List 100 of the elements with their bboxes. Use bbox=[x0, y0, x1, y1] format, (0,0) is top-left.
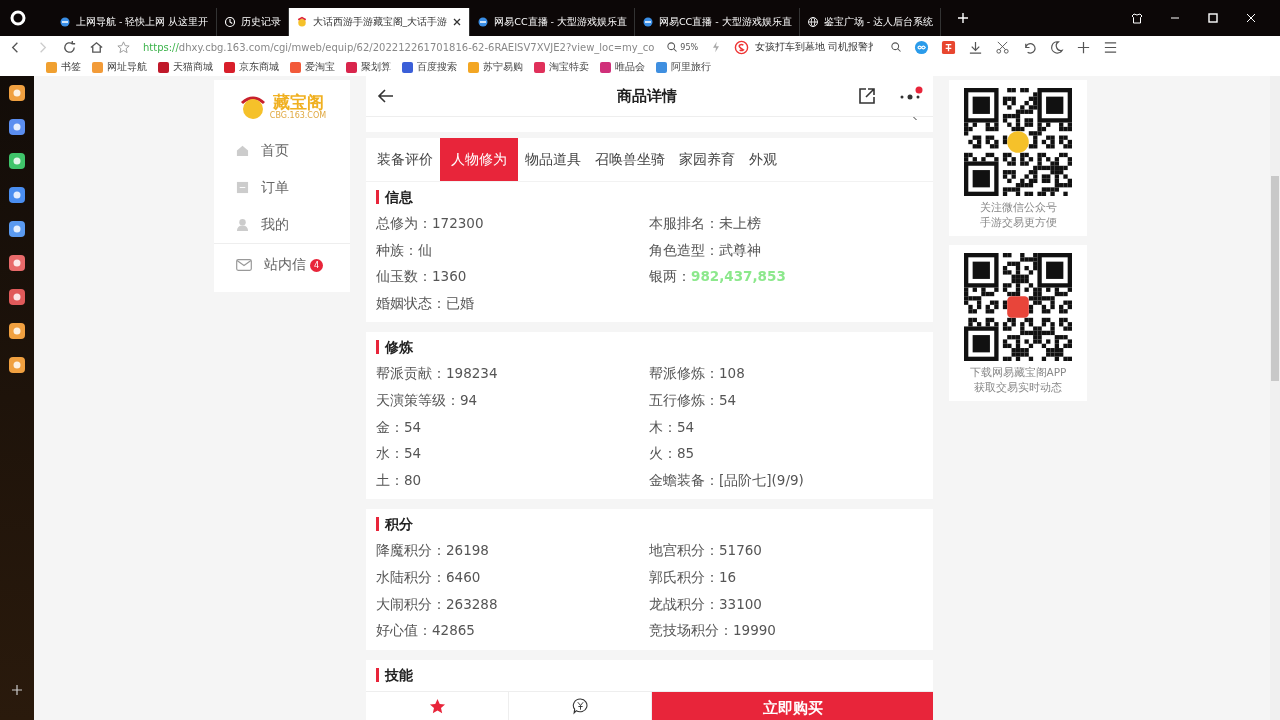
address-field[interactable]: https://dhxy.cbg.163.com/cgi/mweb/equip/62/202212261701816-62-6RAEISV7XVJE2?view_loc=my_co bbox=[143, 41, 655, 53]
reload-icon[interactable] bbox=[62, 39, 77, 55]
field-row-text: 仙玉数：1360 bbox=[376, 267, 468, 287]
bookmark-link[interactable]: 阿里旅行 bbox=[656, 61, 711, 73]
shirt-icon[interactable] bbox=[1131, 12, 1143, 24]
app-shortcut-icon[interactable] bbox=[9, 221, 25, 237]
field-row-text: 天演策等级：94 bbox=[376, 390, 479, 410]
globe-icon bbox=[806, 16, 819, 28]
app-shortcut-icon[interactable] bbox=[9, 153, 25, 169]
browser-e-icon bbox=[59, 16, 71, 28]
field-row-text: 五行修炼：54 bbox=[649, 390, 738, 410]
section-title: 技能 bbox=[376, 667, 923, 682]
menu-icon[interactable] bbox=[1103, 39, 1119, 55]
field-row-text: 帮派贡献：198234 bbox=[376, 364, 499, 384]
messages-link[interactable]: 站内信 4 bbox=[214, 243, 350, 286]
translate-icon[interactable] bbox=[941, 39, 957, 55]
house-icon bbox=[236, 144, 249, 157]
field-row-text: 龙战积分：33100 bbox=[649, 594, 763, 614]
document-icon bbox=[236, 181, 249, 194]
search-icon[interactable] bbox=[890, 41, 903, 53]
category-tab[interactable]: 物品道具 bbox=[518, 138, 588, 181]
nav-item[interactable]: 首页 bbox=[214, 132, 350, 169]
browser-tab[interactable]: 大话西游手游藏宝阁_大话手游 bbox=[288, 8, 471, 36]
close-icon[interactable] bbox=[452, 17, 463, 27]
browser-logo-icon[interactable] bbox=[10, 10, 26, 26]
field-row-text: 好心值：42865 bbox=[376, 621, 476, 641]
buy-now-button[interactable]: 立即购买 bbox=[652, 692, 933, 720]
logo-subtext: CBG.163.COM bbox=[269, 110, 327, 120]
sogou-icon[interactable] bbox=[734, 39, 750, 55]
zoom-icon[interactable] bbox=[666, 41, 679, 53]
nav-item[interactable]: 订单 bbox=[214, 169, 350, 206]
bookmark-link[interactable]: 书签 bbox=[46, 61, 81, 73]
app-shortcut-icon[interactable] bbox=[9, 119, 25, 135]
home-icon[interactable] bbox=[89, 39, 104, 55]
browser-e-icon bbox=[477, 16, 490, 28]
field-row-text: 种族：仙 bbox=[376, 240, 433, 260]
section-title: 信息 bbox=[376, 190, 923, 204]
bookmark-link[interactable]: 网址导航 bbox=[92, 61, 147, 73]
search-field[interactable]: 女孩打车到墓地 司机报警扌 bbox=[755, 40, 879, 54]
bookmark-link[interactable]: 天猫商城 bbox=[158, 61, 213, 73]
scrollbar-thumb[interactable] bbox=[1271, 176, 1279, 381]
bookmark-link[interactable]: 淘宝特卖 bbox=[534, 61, 589, 73]
app-shortcut-icon[interactable] bbox=[9, 323, 25, 339]
download-icon[interactable] bbox=[968, 39, 984, 55]
close-icon[interactable] bbox=[1245, 12, 1257, 24]
app-shortcut-icon[interactable] bbox=[9, 255, 25, 271]
browser-e-icon bbox=[642, 16, 654, 28]
bookmark-link[interactable]: 百度搜索 bbox=[402, 61, 457, 73]
add-icon[interactable] bbox=[11, 684, 23, 696]
app-shortcut-icon[interactable] bbox=[9, 187, 25, 203]
maximize-icon[interactable] bbox=[1207, 12, 1219, 24]
field-row-text: 地宫积分：51760 bbox=[649, 541, 763, 561]
new-tab-icon[interactable] bbox=[957, 12, 970, 24]
category-tab[interactable]: 召唤兽坐骑 bbox=[588, 138, 672, 181]
field-row-text: 郭氏积分：16 bbox=[649, 567, 738, 587]
app-shortcut-icon[interactable] bbox=[9, 85, 25, 101]
nav-item[interactable]: 我的 bbox=[214, 206, 350, 243]
bookmark-link[interactable]: 聚划算 bbox=[346, 61, 391, 73]
section-title: 积分 bbox=[376, 517, 923, 532]
field-row-text: 婚姻状态：已婚 bbox=[376, 293, 475, 313]
add-icon[interactable] bbox=[1076, 39, 1092, 55]
bookmark-link[interactable]: 苏宁易购 bbox=[468, 61, 523, 73]
unread-count: 4 bbox=[310, 258, 323, 272]
qr-caption: 关注微信公众号 手游交易更方便 bbox=[979, 200, 1057, 230]
scissors-icon[interactable] bbox=[995, 39, 1011, 55]
field-row-text: 木：54 bbox=[649, 417, 696, 437]
field-row-text: 帮派修炼：108 bbox=[649, 364, 746, 384]
field-row-text: 水：54 bbox=[376, 444, 423, 464]
app-shortcut-icon[interactable] bbox=[9, 289, 25, 305]
zoom-level: 95% bbox=[680, 42, 699, 52]
category-tab[interactable]: 家园养育 bbox=[672, 138, 742, 181]
bookmark-link[interactable]: 爱淘宝 bbox=[290, 61, 335, 73]
field-row-text: 火：85 bbox=[649, 444, 696, 464]
category-tab[interactable]: 装备评价 bbox=[370, 138, 440, 181]
star-icon bbox=[428, 698, 446, 715]
bell-icon bbox=[295, 16, 308, 28]
field-row-text: 角色造型：武尊神 bbox=[649, 240, 762, 260]
infinity-icon[interactable] bbox=[914, 39, 930, 55]
person-icon bbox=[236, 218, 249, 231]
page-title: 商品详情 bbox=[615, 86, 678, 106]
field-row-text: 本服排名：未上榜 bbox=[649, 214, 762, 233]
field-row-text: 总修为：172300 bbox=[376, 214, 485, 233]
section-title: 修炼 bbox=[376, 340, 923, 355]
app-shortcut-icon[interactable] bbox=[9, 357, 25, 373]
star-icon[interactable] bbox=[116, 39, 131, 55]
bookmark-link[interactable]: 唯品会 bbox=[600, 61, 645, 73]
field-row-text: 金：54 bbox=[376, 417, 423, 437]
field-row-text: 银两：982,437,853 bbox=[649, 267, 787, 287]
envelope-icon bbox=[236, 259, 252, 271]
field-row-text: 大闹积分：263288 bbox=[376, 594, 499, 614]
moon-icon[interactable] bbox=[1049, 39, 1065, 55]
logo-text: 藏宝阁 bbox=[272, 92, 324, 111]
bookmark-link[interactable]: 京东商城 bbox=[224, 61, 279, 73]
field-row-text: 竞技场积分：19990 bbox=[649, 621, 777, 641]
field-row-text: 水陆积分：6460 bbox=[376, 567, 482, 587]
category-tab[interactable]: 人物修为 bbox=[440, 138, 518, 181]
qr-caption: 下载网易藏宝阁APP 获取交易实时动态 bbox=[969, 365, 1067, 395]
field-row-text: 降魔积分：26198 bbox=[376, 541, 490, 561]
category-tab[interactable]: 外观 bbox=[742, 138, 784, 181]
share-icon[interactable] bbox=[857, 86, 877, 106]
